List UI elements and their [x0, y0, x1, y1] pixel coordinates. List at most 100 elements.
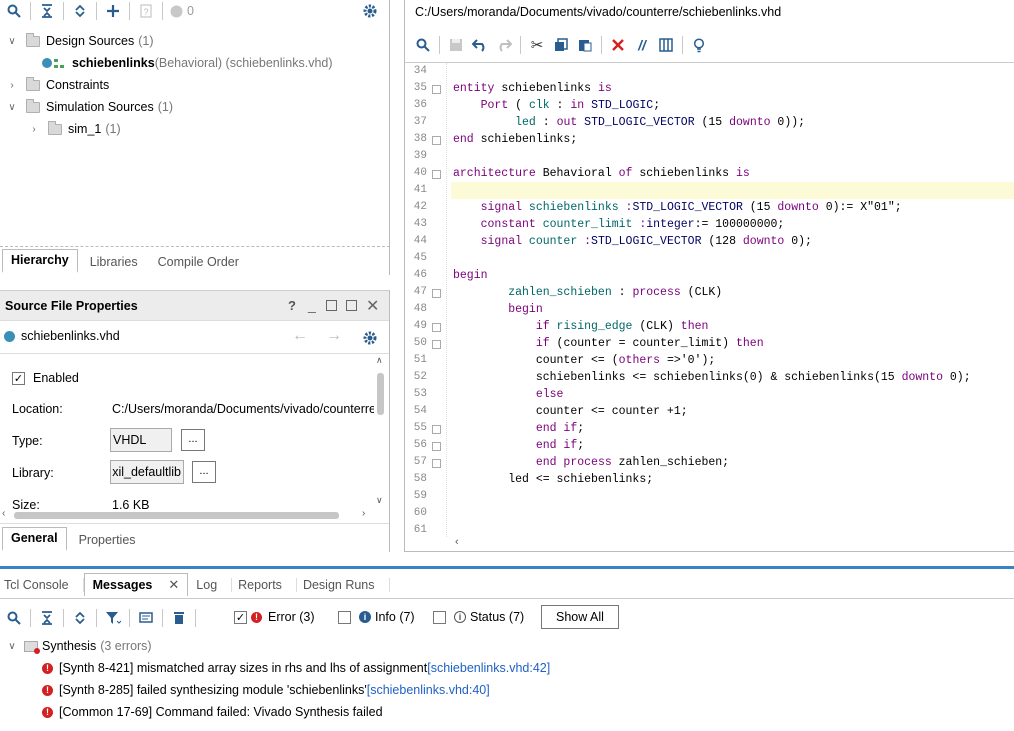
messages-toolbar: [2, 606, 200, 630]
code-token: zahlen_schieben;: [618, 456, 730, 469]
comment-toggle-icon[interactable]: //: [630, 34, 654, 56]
close-icon[interactable]: ✕: [366, 296, 379, 316]
filter-error[interactable]: ✓ ! Error (3): [234, 610, 315, 624]
fold-marker-icon[interactable]: [432, 170, 441, 179]
code-token: Behavioral: [542, 167, 619, 180]
add-icon[interactable]: [101, 0, 125, 22]
float-icon[interactable]: [346, 300, 357, 311]
help-doc-icon[interactable]: ?: [134, 0, 158, 22]
delete-icon[interactable]: [606, 34, 630, 56]
code-token: led: [515, 116, 536, 129]
line-number: 59: [413, 490, 427, 502]
vertical-scrollbar[interactable]: ∧ ∨: [375, 355, 387, 507]
trash-icon[interactable]: [167, 607, 191, 629]
forward-arrow-icon[interactable]: →: [326, 327, 342, 345]
line-number: 53: [413, 388, 427, 400]
tree-schiebenlinks[interactable]: schiebenlinks (Behavioral) (schiebenlink…: [42, 52, 333, 74]
fold-marker-icon[interactable]: [432, 459, 441, 468]
fold-marker-icon[interactable]: [432, 442, 441, 451]
message-row[interactable]: ! [Synth 8-421] mismatched array sizes i…: [42, 658, 550, 678]
search-icon[interactable]: [2, 607, 26, 629]
tab-properties[interactable]: Properties: [71, 530, 144, 551]
message-link[interactable]: [schiebenlinks.vhd:40]: [367, 683, 490, 697]
code-line: architecture Behavioral of schiebenlinks…: [453, 167, 750, 180]
maximize-icon[interactable]: [326, 300, 337, 311]
type-browse-button[interactable]: ...: [181, 429, 205, 451]
message-link[interactable]: [schiebenlinks.vhd:42]: [427, 661, 550, 675]
chevron-right-icon[interactable]: ›: [6, 80, 18, 91]
back-arrow-icon[interactable]: ←: [292, 327, 308, 345]
chevron-down-icon[interactable]: ∨: [6, 641, 18, 652]
code-token: schiebenlinks: [501, 82, 598, 95]
gear-icon[interactable]: [358, 327, 382, 349]
enabled-checkbox[interactable]: ✓: [12, 371, 25, 385]
divider: [0, 246, 390, 247]
fold-marker-icon[interactable]: [432, 425, 441, 434]
library-field[interactable]: xil_defaultlib: [110, 460, 184, 484]
collapse-all-icon[interactable]: [35, 0, 59, 22]
type-field[interactable]: VHDL: [110, 428, 172, 452]
expand-all-icon[interactable]: [68, 0, 92, 22]
chevron-right-icon[interactable]: ›: [28, 124, 40, 135]
fold-marker-icon[interactable]: [432, 340, 441, 349]
scroll-thumb[interactable]: [14, 512, 339, 519]
editor-hscroll[interactable]: ‹: [451, 536, 1014, 551]
copy-icon[interactable]: [549, 34, 573, 56]
code-token: =>'0');: [666, 354, 716, 367]
column-mode-icon[interactable]: [654, 34, 678, 56]
tab-libraries[interactable]: Libraries: [82, 252, 146, 273]
minimize-icon[interactable]: _: [308, 297, 316, 313]
lightbulb-icon[interactable]: [687, 34, 711, 56]
code-line: else: [453, 388, 564, 401]
cut-icon[interactable]: ✂: [525, 34, 549, 56]
info-filter-checkbox[interactable]: [338, 610, 351, 624]
filter-info[interactable]: i Info (7): [338, 610, 415, 624]
message-row[interactable]: ! [Common 17-69] Command failed: Vivado …: [42, 702, 383, 722]
paste-icon[interactable]: [573, 34, 597, 56]
fold-marker-icon[interactable]: [432, 323, 441, 332]
code-area[interactable]: 34 35 entity schiebenlinks is 36 Port ( clk…: [405, 63, 1014, 537]
tree-design-sources[interactable]: ∨ Design Sources (1): [6, 30, 154, 52]
gear-icon[interactable]: [358, 0, 382, 22]
synthesis-group[interactable]: ∨ Synthesis (3 errors): [6, 636, 152, 656]
close-icon[interactable]: ✕: [168, 577, 179, 593]
code-line: begin: [453, 269, 488, 282]
tab-log[interactable]: Log: [188, 577, 233, 592]
redo-icon[interactable]: [492, 34, 516, 56]
show-all-button[interactable]: Show All: [541, 605, 619, 629]
tab-general[interactable]: General: [2, 527, 67, 551]
tab-design-runs[interactable]: Design Runs: [297, 577, 390, 592]
filter-icon[interactable]: [101, 607, 125, 629]
collapse-all-icon[interactable]: [35, 607, 59, 629]
horizontal-scrollbar[interactable]: ‹ ›: [0, 508, 375, 521]
search-icon[interactable]: [411, 34, 435, 56]
chevron-down-icon[interactable]: ∨: [6, 36, 18, 47]
expand-all-icon[interactable]: [68, 607, 92, 629]
message-icon[interactable]: [134, 607, 158, 629]
scroll-thumb[interactable]: [377, 373, 384, 415]
tab-compile-order[interactable]: Compile Order: [150, 252, 247, 273]
undo-icon[interactable]: [468, 34, 492, 56]
tab-hierarchy[interactable]: Hierarchy: [2, 249, 78, 273]
chevron-down-icon[interactable]: ∨: [6, 102, 18, 113]
line-number: 56: [413, 439, 427, 451]
save-icon[interactable]: [444, 34, 468, 56]
fold-marker-icon[interactable]: [432, 136, 441, 145]
library-browse-button[interactable]: ...: [192, 461, 216, 483]
tab-messages[interactable]: Messages ✕: [83, 573, 189, 596]
help-icon[interactable]: ?: [288, 298, 296, 313]
fold-marker-icon[interactable]: [432, 289, 441, 298]
message-row[interactable]: ! [Synth 8-285] failed synthesizing modu…: [42, 680, 490, 700]
code-token: schiebenlinks: [639, 167, 736, 180]
tab-reports[interactable]: Reports: [232, 577, 297, 592]
search-icon[interactable]: [2, 0, 26, 22]
filter-status[interactable]: i Status (7): [433, 610, 524, 624]
tree-sim-1[interactable]: › sim_1 (1): [28, 118, 121, 140]
fold-marker-icon[interactable]: [432, 85, 441, 94]
tree-simulation-sources[interactable]: ∨ Simulation Sources (1): [6, 96, 173, 118]
tree-constraints[interactable]: › Constraints: [6, 74, 109, 96]
tab-tcl-console[interactable]: Tcl Console: [0, 577, 84, 592]
line-number: 42: [413, 201, 427, 213]
error-filter-checkbox[interactable]: ✓: [234, 610, 247, 624]
status-filter-checkbox[interactable]: [433, 610, 446, 624]
